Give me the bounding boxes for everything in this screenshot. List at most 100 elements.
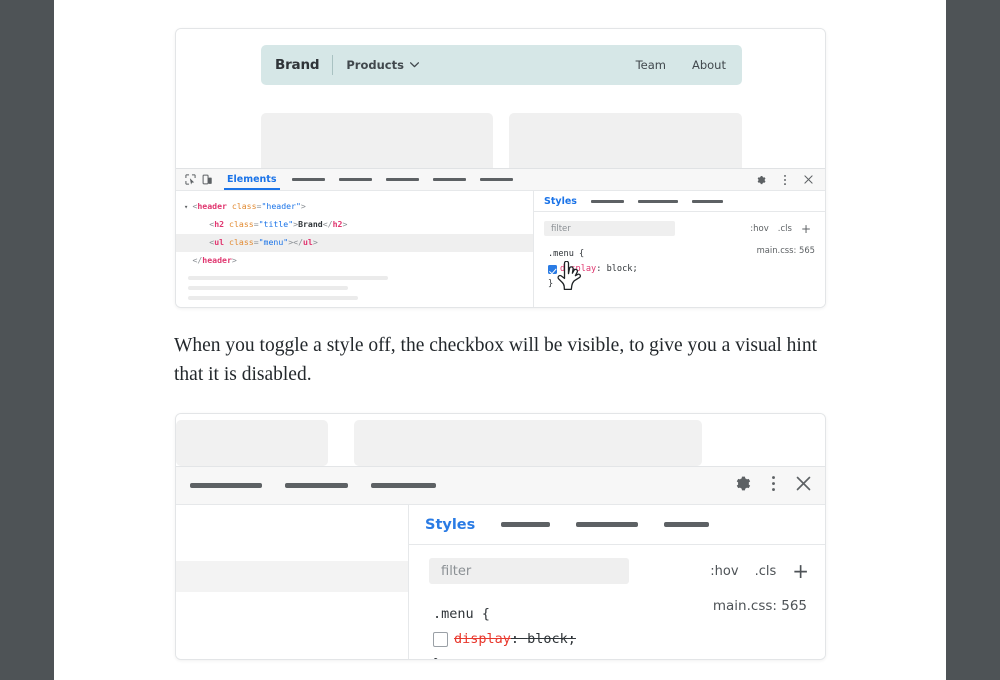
code-attr: class <box>229 237 254 247</box>
redacted-tab <box>385 178 419 181</box>
cls-toggle-two[interactable]: .cls <box>755 564 777 579</box>
inspect-element-icon[interactable] <box>182 171 199 188</box>
redacted-tab <box>432 178 466 181</box>
styles-filter-input-two[interactable]: filter <box>429 558 629 584</box>
hov-toggle[interactable]: :hov <box>750 224 768 234</box>
devtools-toolbar-actions-two <box>734 474 811 498</box>
device-toolbar-icon[interactable] <box>199 171 216 188</box>
declaration-checkbox-two[interactable] <box>433 632 448 647</box>
dom-selected-row <box>176 561 408 592</box>
close-icon[interactable] <box>796 476 811 496</box>
code-val: "header" <box>261 201 301 211</box>
code-punct: </ <box>322 219 333 229</box>
styles-pane: Styles filter :hov .cls + main.css: 565 … <box>534 191 825 307</box>
content-placeholder-2 <box>354 420 702 466</box>
redacted-tab <box>338 178 372 181</box>
styles-tabbar: Styles <box>534 191 825 212</box>
styles-pane-two: Styles filter :hov .cls + main.css: 565 <box>409 505 825 659</box>
css-source-link[interactable]: main.css: 565 <box>757 245 815 255</box>
cls-toggle[interactable]: .cls <box>778 224 792 234</box>
css-property[interactable]: display <box>560 262 596 277</box>
figure-toggle-on: Brand Products Team About Elements ▾ <he… <box>175 28 826 308</box>
code-tag: header <box>202 255 232 265</box>
code-txt: Brand <box>298 219 323 229</box>
code-val: "menu" <box>258 237 289 247</box>
dom-tree-pane[interactable]: ▾ <header class="header"> <h2 class="tit… <box>176 191 534 307</box>
css-selector-two: .menu { <box>433 606 490 622</box>
css-value[interactable]: block; <box>607 262 638 277</box>
nav-dropdown-products[interactable]: Products <box>346 58 419 72</box>
redacted-tab <box>479 178 513 181</box>
page-canvas: Brand Products Team About Elements ▾ <he… <box>54 0 946 680</box>
redacted-tab <box>664 522 710 527</box>
tab-elements[interactable]: Elements <box>224 169 280 190</box>
styles-filter-input[interactable]: filter <box>544 221 675 236</box>
navbar-links: Team About <box>636 58 726 72</box>
styles-filter-row-two: filter :hov .cls + <box>409 545 825 584</box>
css-source-link-two[interactable]: main.css: 565 <box>713 598 807 614</box>
plus-icon[interactable]: + <box>792 561 809 581</box>
ghost-line <box>188 296 358 300</box>
nav-link-team[interactable]: Team <box>636 58 666 72</box>
code-punct: > <box>312 237 318 247</box>
caption-paragraph: When you toggle a style off, the checkbo… <box>174 335 818 385</box>
site-preview-bottom <box>176 414 825 466</box>
dom-tree-lines: ▾ <header class="header"> <h2 class="tit… <box>176 198 533 270</box>
dom-node-line[interactable]: <ul class="menu"></ul> <box>176 234 533 252</box>
css-declaration-line: display : block; <box>548 262 815 277</box>
css-close-brace-two: } <box>433 652 441 659</box>
redacted-tab <box>285 483 348 488</box>
plus-icon[interactable]: + <box>801 223 811 235</box>
css-close-brace-line: } <box>548 277 815 292</box>
devtools-body: ▾ <header class="header"> <h2 class="tit… <box>176 191 825 307</box>
devtools-toolbar-actions <box>752 171 819 188</box>
code-tag: ul <box>214 237 225 247</box>
site-preview-top: Brand Products Team About <box>176 29 825 181</box>
css-close-brace-line-two: } <box>433 652 809 659</box>
redacted-tabs-two <box>190 483 459 488</box>
navbar-divider <box>332 55 334 75</box>
code-tag: ul <box>303 237 313 247</box>
gear-icon[interactable] <box>752 171 769 188</box>
tab-styles[interactable]: Styles <box>544 196 577 207</box>
css-property-two[interactable]: display <box>454 627 511 652</box>
css-colon: : <box>596 264 607 274</box>
styles-tabbar-two: Styles <box>409 505 825 545</box>
css-colon-two: : <box>510 631 528 647</box>
code-punct: > <box>231 255 237 265</box>
gear-icon[interactable] <box>734 475 751 497</box>
redacted-tab <box>590 199 624 203</box>
devtools-toolbar-two <box>176 466 825 505</box>
declaration-checkbox[interactable] <box>548 265 557 274</box>
nav-dropdown-label: Products <box>346 58 404 72</box>
dom-node-line[interactable]: ▾ <header class="header"> <box>176 198 533 216</box>
brand-label: Brand <box>275 57 320 73</box>
kebab-menu-icon[interactable] <box>771 474 776 498</box>
tab-styles-two[interactable]: Styles <box>425 517 475 533</box>
css-value-two[interactable]: block; <box>527 627 576 652</box>
styles-filter-row: filter :hov .cls + <box>534 212 825 236</box>
devtools-toolbar: Elements <box>176 169 825 191</box>
content-placeholder-1 <box>176 420 328 466</box>
ghost-line <box>188 286 348 290</box>
nav-link-about[interactable]: About <box>692 58 726 72</box>
dom-ghost-lines <box>176 276 533 300</box>
css-rule-block: main.css: 565 .menu { display : block; } <box>534 236 825 292</box>
hov-toggle-two[interactable]: :hov <box>710 564 738 579</box>
kebab-menu-icon[interactable] <box>776 171 793 188</box>
redacted-tab <box>637 199 678 203</box>
dom-tree-pane-two[interactable] <box>176 505 409 659</box>
styles-filter-actions-two: :hov .cls + <box>710 561 809 581</box>
redacted-tab <box>501 522 551 527</box>
code-tag: h2 <box>214 219 225 229</box>
dom-node-line[interactable]: </header> <box>176 252 533 270</box>
code-punct: > <box>300 201 306 211</box>
dom-node-line[interactable]: <h2 class="title">Brand</h2> <box>176 216 533 234</box>
css-close-brace: } <box>548 279 554 289</box>
site-navbar: Brand Products Team About <box>261 45 742 85</box>
redacted-tab <box>371 483 436 488</box>
code-punct: </ <box>192 255 203 265</box>
close-icon[interactable] <box>800 171 817 188</box>
